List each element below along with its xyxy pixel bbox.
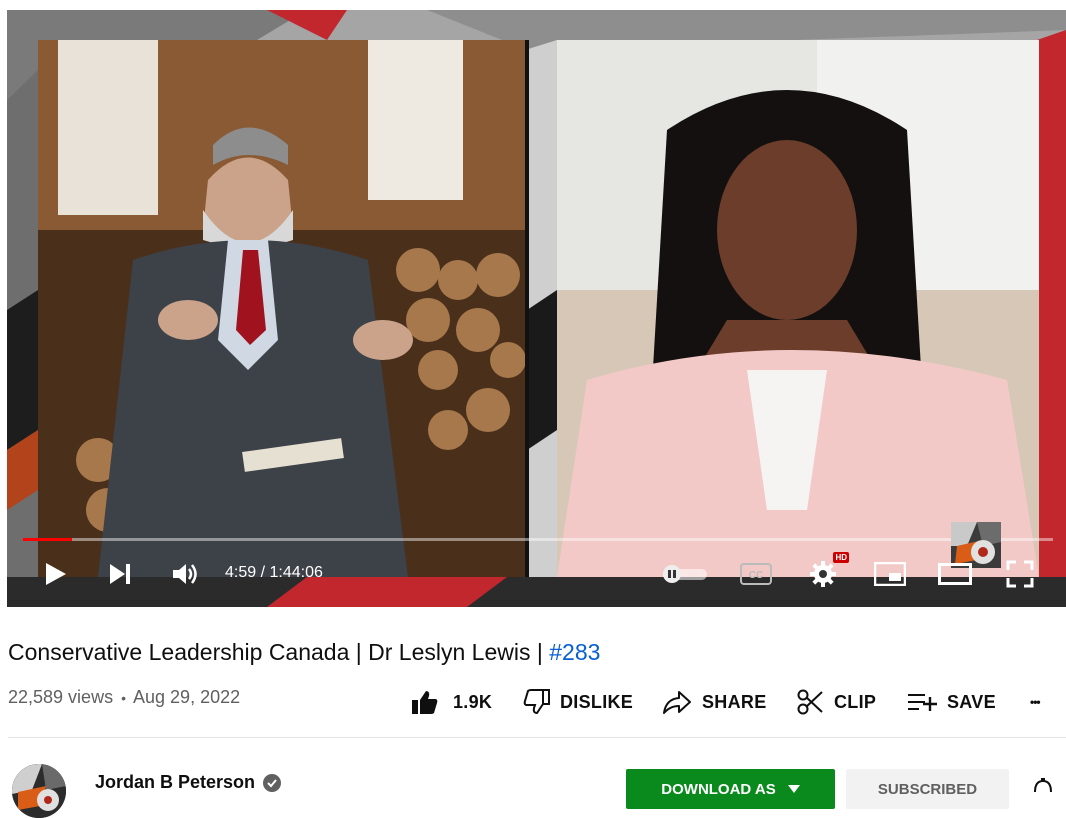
dropdown-arrow-icon	[787, 785, 800, 793]
miniplayer-icon	[874, 562, 906, 586]
dislike-button[interactable]: DISLIKE	[522, 686, 633, 718]
upload-date: Aug 29, 2022	[133, 687, 241, 707]
thumbs-up-icon	[412, 691, 438, 714]
clip-label: CLIP	[834, 691, 877, 712]
theater-mode-button[interactable]	[938, 558, 972, 590]
play-button[interactable]	[39, 558, 71, 590]
next-button[interactable]	[104, 558, 136, 590]
download-as-label: DOWNLOAD AS	[661, 781, 776, 798]
time-separator: /	[256, 564, 270, 581]
theater-icon	[938, 563, 972, 585]
like-button[interactable]: 1.9K	[411, 686, 492, 718]
section-divider	[8, 737, 1066, 738]
thumbs-down-icon	[523, 689, 550, 715]
video-title-text: Conservative Leadership Canada | Dr Lesl…	[8, 639, 550, 665]
autoplay-knob	[663, 565, 681, 583]
progress-played	[23, 538, 73, 541]
download-as-button[interactable]: DOWNLOAD AS	[626, 769, 835, 809]
video-frame-host	[38, 40, 529, 577]
subscribed-button[interactable]: SUBSCRIBED	[846, 769, 1009, 809]
hd-badge: HD	[833, 552, 849, 563]
channel-logo	[12, 764, 66, 818]
video-meta: 22,589 views • Aug 29, 2022	[8, 687, 240, 708]
next-icon	[110, 564, 130, 584]
player-controls: 4:59 / 1:44:06 CC HD	[7, 550, 1066, 600]
video-frame-guest	[557, 40, 1039, 577]
clip-button[interactable]: CLIP	[796, 686, 876, 718]
duration: 1:44:06	[269, 564, 323, 581]
settings-icon	[810, 561, 836, 587]
volume-icon	[173, 564, 197, 584]
svg-text:CC: CC	[749, 570, 763, 581]
video-player[interactable]: 4:59 / 1:44:06 CC HD	[7, 10, 1066, 607]
view-count: 22,589 views	[8, 687, 114, 707]
hashtag-link[interactable]: #283	[549, 639, 600, 665]
bell-icon[interactable]	[1030, 778, 1056, 792]
scissors-icon	[797, 689, 823, 715]
save-button[interactable]: SAVE	[907, 686, 996, 718]
like-count: 1.9K	[453, 691, 493, 712]
more-icon: •••	[1030, 695, 1041, 709]
subscribed-label: SUBSCRIBED	[877, 781, 978, 798]
fullscreen-icon	[1006, 560, 1034, 588]
share-icon	[663, 691, 691, 714]
miniplayer-button[interactable]	[873, 558, 907, 590]
channel-name[interactable]: Jordan B Peterson	[95, 772, 282, 793]
video-title: Conservative Leadership Canada | Dr Lesl…	[8, 639, 600, 666]
settings-button[interactable]: HD	[807, 552, 849, 590]
volume-button[interactable]	[169, 558, 201, 590]
add-to-playlist-icon	[908, 694, 937, 711]
meta-dot: •	[121, 690, 126, 706]
current-time: 4:59	[225, 564, 257, 581]
more-actions-button[interactable]: •••	[1030, 686, 1041, 718]
channel-name-text: Jordan B Peterson	[95, 772, 256, 792]
autoplay-toggle[interactable]	[663, 565, 707, 583]
share-button[interactable]: SHARE	[662, 686, 767, 718]
pause-icon	[668, 570, 676, 578]
save-label: SAVE	[947, 691, 996, 712]
verified-badge-icon	[263, 773, 282, 792]
captions-icon: CC	[740, 563, 772, 585]
captions-button[interactable]: CC	[739, 558, 773, 590]
dislike-label: DISLIKE	[560, 691, 634, 712]
progress-bar[interactable]	[23, 538, 1053, 541]
share-label: SHARE	[702, 691, 767, 712]
channel-avatar[interactable]	[12, 764, 66, 818]
fullscreen-button[interactable]	[1004, 558, 1036, 590]
play-icon	[46, 563, 66, 585]
time-display: 4:59 / 1:44:06	[225, 564, 323, 582]
